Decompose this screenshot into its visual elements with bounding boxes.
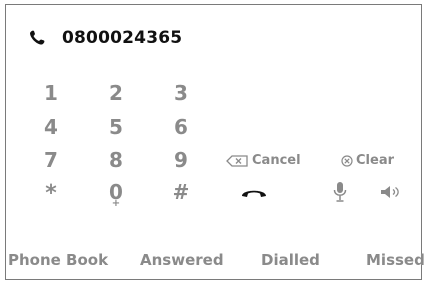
- speaker-icon[interactable]: [380, 185, 402, 199]
- clear-icon: [341, 154, 353, 167]
- microphone-icon[interactable]: [333, 181, 347, 203]
- key-5[interactable]: 5: [101, 115, 131, 139]
- key-1[interactable]: 1: [36, 81, 66, 105]
- key-0-plus: +: [111, 198, 121, 209]
- key-6[interactable]: 6: [166, 115, 196, 139]
- clear-label: Clear: [356, 153, 394, 168]
- key-4[interactable]: 4: [36, 115, 66, 139]
- key-star[interactable]: *: [36, 181, 66, 206]
- phone-icon: [26, 27, 48, 49]
- cancel-button[interactable]: Cancel: [226, 153, 301, 168]
- hangup-icon[interactable]: [240, 185, 268, 199]
- key-7[interactable]: 7: [36, 148, 66, 172]
- bottom-tab-bar: Phone Book Answered Dialled Missed: [6, 245, 425, 275]
- cancel-label: Cancel: [252, 153, 301, 168]
- number-display: 0800024365: [26, 27, 182, 49]
- key-8[interactable]: 8: [101, 148, 131, 172]
- dialed-number: 0800024365: [62, 28, 183, 48]
- key-0[interactable]: 0 +: [101, 180, 131, 209]
- clear-button[interactable]: Clear: [341, 153, 394, 168]
- key-3[interactable]: 3: [166, 81, 196, 105]
- tab-phone-book[interactable]: Phone Book: [8, 251, 108, 269]
- key-hash[interactable]: #: [166, 180, 196, 204]
- backspace-icon: [226, 154, 248, 167]
- tab-dialled[interactable]: Dialled: [261, 251, 320, 269]
- dialer-panel: 0800024365 1 2 3 4 5 6 7 8 9 * 0 + # Can…: [5, 4, 425, 280]
- key-9[interactable]: 9: [166, 148, 196, 172]
- tab-answered[interactable]: Answered: [140, 251, 224, 269]
- key-2[interactable]: 2: [101, 81, 131, 105]
- tab-missed[interactable]: Missed: [366, 251, 425, 269]
